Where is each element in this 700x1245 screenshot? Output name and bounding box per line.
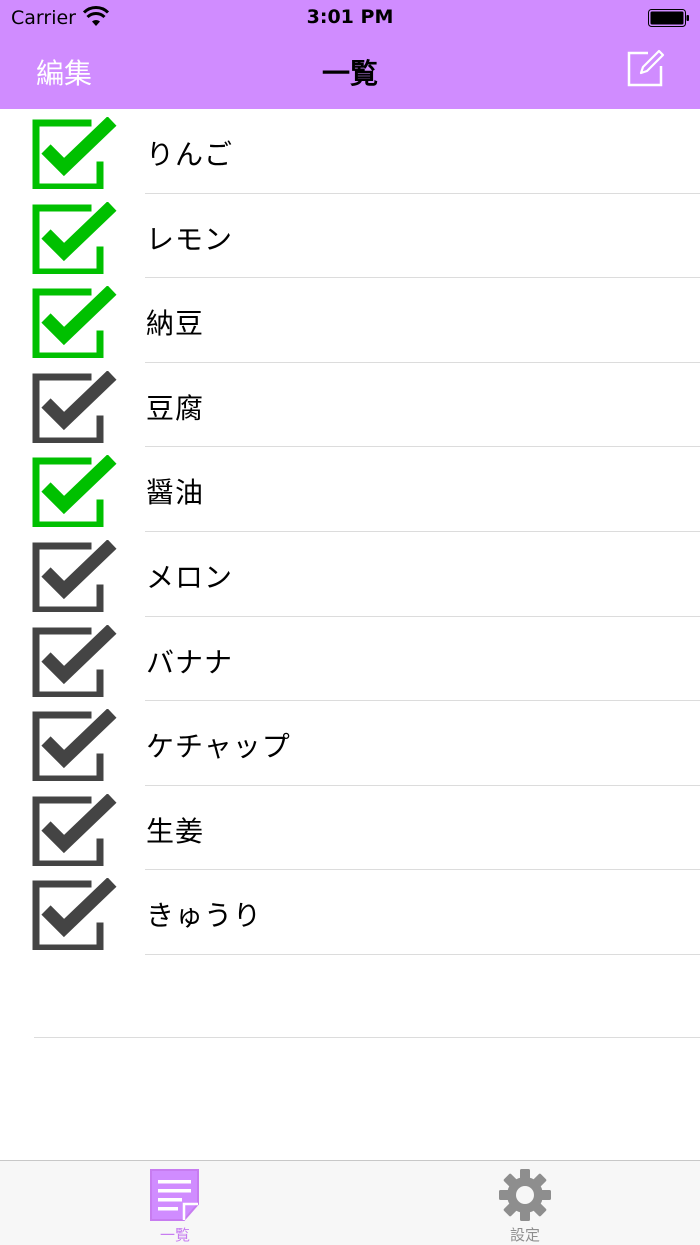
status-bar: Carrier 3:01 PM: [0, 0, 700, 36]
list-item-label: ケチャップ: [146, 730, 291, 764]
list-item-label: メロン: [146, 560, 234, 594]
tab-list[interactable]: 一覧: [0, 1161, 350, 1245]
list-item[interactable]: 生姜: [0, 786, 700, 871]
tab-bar: 一覧 設定: [0, 1160, 700, 1245]
list-item-label: りんご: [146, 138, 234, 171]
tab-list-label: 一覧: [159, 1226, 190, 1244]
top-bar: Carrier 3:01 PM 編集 一覧: [0, 0, 700, 109]
list-item[interactable]: バナナ: [0, 617, 700, 702]
battery-icon: [648, 9, 689, 27]
status-time: 3:01 PM: [306, 6, 394, 28]
row-divider: [145, 953, 700, 955]
list-item-label: レモン: [146, 222, 234, 256]
checked-box-icon[interactable]: [32, 201, 120, 274]
list-item-label: バナナ: [146, 645, 234, 679]
tab-settings[interactable]: 設定: [350, 1161, 700, 1245]
checked-box-icon[interactable]: [32, 286, 120, 359]
list-item-label: 豆腐: [146, 391, 205, 425]
list-item-label: 醤油: [146, 476, 205, 510]
navigation-bar: 編集 一覧: [0, 36, 700, 109]
list-item-label: きゅうり: [146, 899, 263, 933]
unchecked-box-icon[interactable]: [32, 624, 120, 697]
list-item[interactable]: 豆腐: [0, 363, 700, 448]
list-item-label: 生姜: [146, 814, 205, 848]
item-list: りんごレモン納豆豆腐醤油メロンバナナケチャップ生姜きゅうり: [0, 109, 700, 955]
list-item[interactable]: メロン: [0, 532, 700, 617]
checked-box-icon[interactable]: [32, 117, 120, 189]
list-item[interactable]: 醤油: [0, 447, 700, 532]
list-item[interactable]: ケチャップ: [0, 701, 700, 786]
gear-icon: [499, 1169, 551, 1221]
checked-box-icon[interactable]: [32, 455, 120, 528]
list-item[interactable]: 納豆: [0, 278, 700, 363]
unchecked-box-icon[interactable]: [32, 539, 120, 612]
list-item[interactable]: りんご: [0, 109, 700, 194]
page-title: 一覧: [321, 57, 378, 90]
list-item[interactable]: レモン: [0, 194, 700, 279]
unchecked-box-icon[interactable]: [32, 878, 120, 951]
unchecked-box-icon[interactable]: [32, 370, 120, 443]
unchecked-box-icon[interactable]: [32, 709, 120, 782]
compose-icon[interactable]: [626, 48, 666, 88]
list-icon: [150, 1169, 199, 1221]
list-item[interactable]: きゅうり: [0, 870, 700, 955]
unchecked-box-icon[interactable]: [32, 793, 120, 866]
list-item-label: 納豆: [146, 307, 205, 341]
tab-settings-label: 設定: [509, 1226, 540, 1244]
list-end-divider: [34, 1037, 700, 1038]
